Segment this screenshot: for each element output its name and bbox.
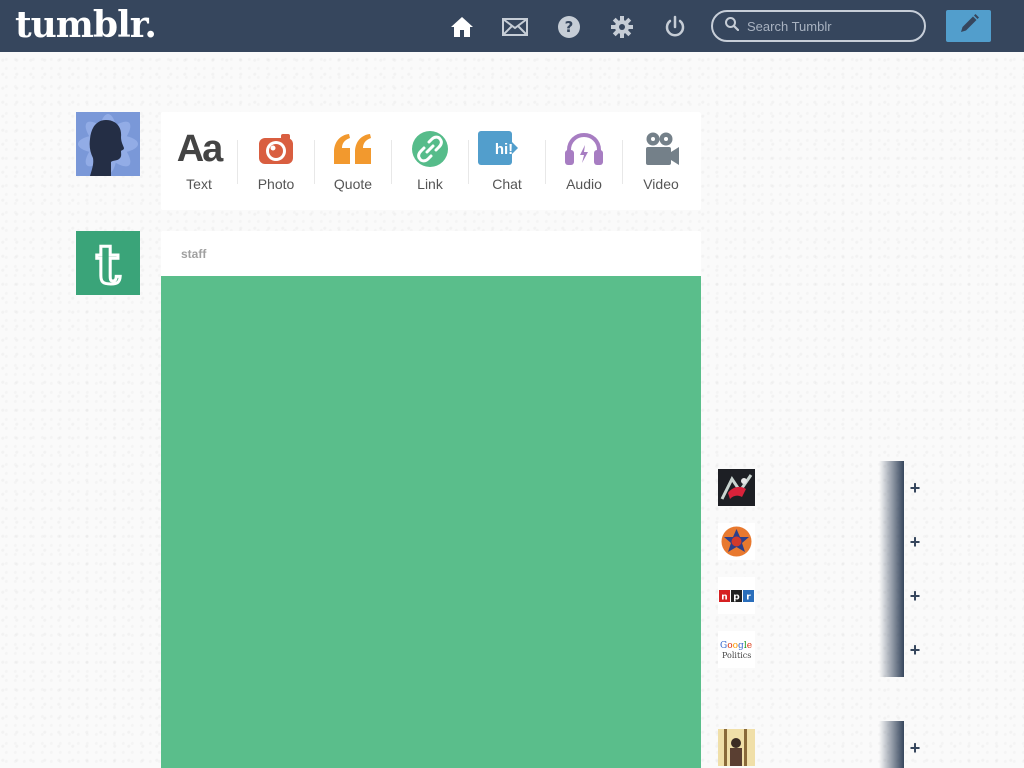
- staff-avatar[interactable]: t: [76, 231, 140, 295]
- post-type-label: Text: [186, 176, 212, 192]
- link-icon: [411, 130, 449, 168]
- svg-text:?: ?: [565, 18, 574, 36]
- post-type-label: Photo: [257, 176, 295, 192]
- post-type-label: Chat: [492, 176, 522, 192]
- post-type-chat-button[interactable]: hi! Chat: [469, 112, 545, 210]
- plus-icon: +: [909, 585, 921, 606]
- default-avatar-silhouette-icon: [78, 114, 138, 176]
- post-type-label: Link: [417, 176, 443, 192]
- tumblr-logo[interactable]: tumblr.: [15, 4, 157, 46]
- blog-avatar: [718, 469, 755, 506]
- post-type-link-button[interactable]: Link: [392, 112, 468, 210]
- post-type-photo-button[interactable]: Photo: [238, 112, 314, 210]
- plus-icon: +: [909, 639, 921, 660]
- dashboard-post: staff: [161, 231, 701, 768]
- recommended-blog-item[interactable]: Google Politics +: [717, 623, 942, 677]
- follow-button[interactable]: +: [905, 478, 925, 498]
- fade-overlay: [879, 461, 904, 515]
- power-logout-icon[interactable]: [662, 14, 688, 40]
- svg-text:Google: Google: [720, 641, 752, 651]
- pencil-icon: [958, 13, 980, 40]
- top-navigation-bar: tumblr. ?: [0, 0, 1024, 52]
- chat-icon: hi!: [477, 130, 518, 168]
- post-type-audio-button[interactable]: Audio: [546, 112, 622, 210]
- svg-text:t: t: [96, 232, 121, 295]
- settings-gear-icon[interactable]: [609, 14, 635, 40]
- npr-logo: npr: [719, 589, 754, 602]
- recommended-blog-item[interactable]: npr +: [717, 569, 942, 623]
- home-icon[interactable]: [449, 14, 475, 40]
- plus-icon: +: [909, 737, 921, 758]
- google-politics-logo: Google Politics: [720, 641, 752, 660]
- video-camera-icon: [642, 130, 680, 168]
- post-type-label: Audio: [566, 176, 602, 192]
- svg-text:r: r: [746, 592, 751, 602]
- sidebar-menu-customize[interactable]: [718, 271, 918, 291]
- search-input[interactable]: [747, 18, 917, 34]
- fade-overlay: [879, 515, 904, 569]
- sidebar-menu-activity[interactable]: [718, 234, 918, 254]
- svg-text:n: n: [721, 592, 727, 602]
- fade-overlay: [879, 569, 904, 623]
- recommended-blog-item[interactable]: +: [717, 461, 942, 515]
- follow-button[interactable]: +: [905, 586, 925, 606]
- follow-button[interactable]: +: [905, 532, 925, 552]
- help-icon[interactable]: ?: [556, 14, 582, 40]
- post-type-video-button[interactable]: Video: [623, 112, 699, 210]
- fade-overlay: [879, 623, 904, 677]
- recommended-blog-item[interactable]: +: [717, 515, 942, 569]
- svg-text:p: p: [733, 592, 740, 602]
- post-type-quote-button[interactable]: Quote: [315, 112, 391, 210]
- post-author-name[interactable]: staff: [181, 247, 206, 261]
- sidebar-menu-posts[interactable]: [718, 160, 918, 180]
- plus-icon: +: [909, 477, 921, 498]
- tumblr-t-logo-icon: t: [94, 231, 122, 295]
- quote-icon: [332, 130, 374, 168]
- svg-text:Politics: Politics: [722, 651, 751, 660]
- sidebar-menu-followers[interactable]: [718, 197, 918, 217]
- post-type-label: Quote: [333, 176, 373, 192]
- text-icon: Aa: [176, 127, 224, 170]
- search-icon: [725, 16, 740, 36]
- sidebar-following-link[interactable]: [718, 352, 918, 372]
- plus-icon: +: [909, 531, 921, 552]
- headphones-icon: [564, 130, 604, 168]
- follow-button[interactable]: +: [905, 738, 925, 758]
- follow-button[interactable]: +: [905, 640, 925, 660]
- inbox-icon[interactable]: [502, 14, 528, 40]
- recommended-blog-item[interactable]: +: [717, 721, 942, 768]
- user-avatar[interactable]: [76, 112, 140, 176]
- post-media-area: [161, 276, 701, 768]
- post-type-text-button[interactable]: Aa Text: [161, 112, 237, 210]
- blog-avatar: npr: [718, 577, 755, 614]
- post-type-label: Video: [643, 176, 679, 192]
- blog-avatar: Google Politics: [718, 631, 755, 668]
- blog-avatar: [718, 729, 755, 766]
- camera-icon: [257, 130, 295, 168]
- compose-post-button[interactable]: [946, 10, 991, 42]
- search-box[interactable]: [711, 10, 926, 42]
- sidebar-find-blogs-link[interactable]: [718, 389, 918, 409]
- blog-avatar: [718, 523, 755, 560]
- fade-overlay: [879, 721, 904, 768]
- post-type-selector: Aa Text Photo Quote Link hi! Chat Audio …: [161, 112, 701, 210]
